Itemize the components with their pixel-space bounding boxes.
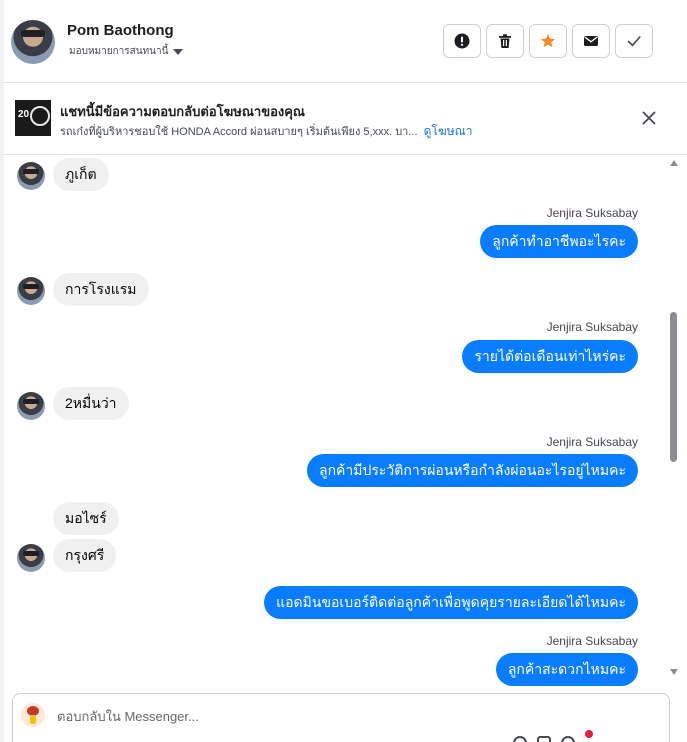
- checkmark-icon: [627, 36, 641, 47]
- caret-down-icon: [173, 48, 184, 55]
- contact-avatar-small: [17, 392, 45, 420]
- incoming-message[interactable]: มอไซร์: [53, 502, 119, 535]
- attachment-icon[interactable]: [537, 736, 551, 742]
- ad-banner-snippet-row: รถเก๋งที่ผู้บริหารชอบใช้ HONDA Accord ผ่…: [60, 122, 473, 141]
- saved-replies-icon[interactable]: [561, 736, 575, 742]
- sender-name: Jenjira Suksabay: [546, 320, 638, 334]
- incoming-message[interactable]: ภูเก็ต: [53, 158, 109, 191]
- outgoing-message[interactable]: รายได้ต่อเดือนเท่าไหร่คะ: [462, 340, 638, 373]
- exclamation-icon: [454, 33, 470, 49]
- thread-scrollbar[interactable]: [668, 156, 680, 684]
- contact-avatar-small: [17, 277, 45, 305]
- star-button[interactable]: [529, 24, 567, 58]
- trash-icon: [499, 34, 511, 48]
- ad-snippet: รถเก๋งที่ผู้บริหารชอบใช้ HONDA Accord ผ่…: [60, 126, 418, 138]
- delete-button[interactable]: [486, 24, 524, 58]
- outgoing-message[interactable]: ลูกค้ามีประวัติการผ่อนหรือกำลังผ่อนอะไรอ…: [306, 454, 638, 487]
- mark-done-button[interactable]: [615, 24, 653, 58]
- reply-composer: [12, 693, 670, 742]
- ad-reply-banner: แชทนี้มีข้อความตอบกลับต่อโฆษณาของคุณ รถเ…: [4, 83, 687, 155]
- incoming-message[interactable]: 2หมื่นว่า: [53, 387, 129, 420]
- sender-name: Jenjira Suksabay: [546, 206, 638, 220]
- view-ad-link[interactable]: ดูโฆษณา: [424, 124, 473, 138]
- like-icon[interactable]: [585, 730, 593, 738]
- message-thread[interactable]: ภูเก็ต Jenjira Suksabay ลูกค้าทำอาชีพอะไ…: [4, 156, 668, 686]
- mark-unread-button[interactable]: [572, 24, 610, 58]
- report-button[interactable]: [443, 24, 481, 58]
- contact-avatar[interactable]: [11, 20, 55, 64]
- emoji-icon[interactable]: [513, 736, 527, 742]
- incoming-message[interactable]: กรุงศรี: [53, 539, 117, 572]
- contact-name[interactable]: Pom Baothong: [67, 22, 174, 39]
- sender-name: Jenjira Suksabay: [546, 634, 638, 648]
- scroll-down-arrow-icon[interactable]: [670, 669, 678, 675]
- incoming-message[interactable]: การโรงแรม: [53, 273, 149, 306]
- ad-banner-title: แชทนี้มีข้อความตอบกลับต่อโฆษณาของคุณ: [60, 104, 305, 119]
- outgoing-message[interactable]: แอดมินขอเบอร์ติดต่อลูกค้าเพื่อพูดคุยรายล…: [264, 586, 638, 619]
- outgoing-message[interactable]: ลูกค้าสะดวกไหมคะ: [495, 653, 638, 686]
- outgoing-message[interactable]: ลูกค้าทำอาชีพอะไรคะ: [480, 225, 638, 258]
- envelope-icon: [584, 36, 598, 46]
- sender-name: Jenjira Suksabay: [546, 435, 638, 449]
- contact-avatar-small: [17, 162, 45, 190]
- scrollbar-thumb[interactable]: [670, 312, 677, 462]
- assign-conversation-dropdown[interactable]: มอบหมายการสนทนานี้: [69, 44, 184, 59]
- contact-avatar-small: [17, 544, 45, 572]
- ad-thumbnail[interactable]: [15, 100, 51, 136]
- reply-input[interactable]: [57, 706, 617, 726]
- close-banner-button[interactable]: [638, 107, 660, 129]
- assign-conversation-label: มอบหมายการสนทนานี้: [69, 46, 169, 57]
- composer-toolbar: [513, 730, 593, 742]
- star-icon: [541, 34, 555, 48]
- page-avatar: [21, 703, 45, 727]
- conversation-header: Pom Baothong มอบหมายการสนทนานี้: [4, 0, 687, 83]
- scroll-up-arrow-icon[interactable]: [670, 160, 678, 166]
- header-actions: [443, 24, 653, 58]
- close-icon: [642, 111, 656, 125]
